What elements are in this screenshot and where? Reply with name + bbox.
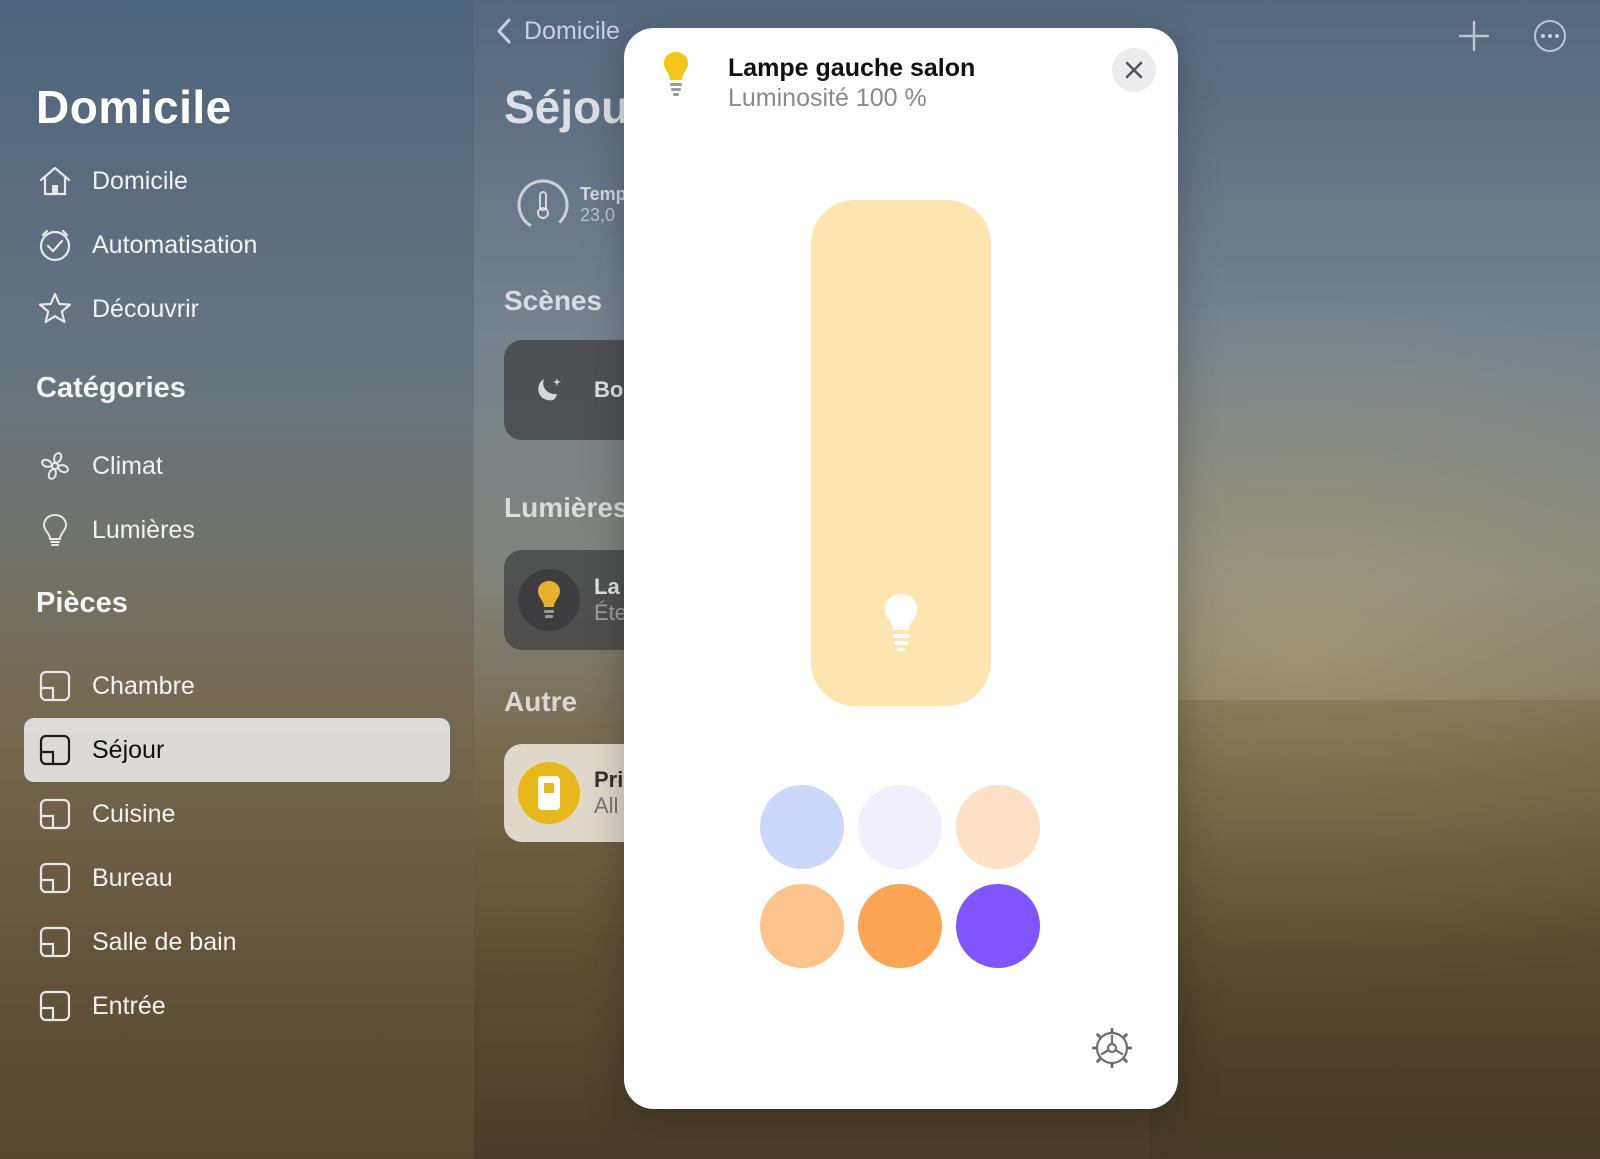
sidebar-item-label: Lumières <box>92 515 195 544</box>
back-label: Domicile <box>524 16 620 45</box>
rooms-heading: Pièces <box>36 587 128 619</box>
sidebar: Domicile Domicile Automatisation Découvr… <box>0 0 474 1159</box>
brightness-slider[interactable] <box>811 200 991 706</box>
sidebar-item-label: Salle de bain <box>92 927 237 956</box>
sidebar-item-label: Séjour <box>92 735 165 764</box>
more-icon[interactable] <box>1532 18 1568 54</box>
add-icon[interactable] <box>1456 18 1492 54</box>
lightbulb-icon <box>36 511 74 549</box>
fan-icon <box>36 447 74 485</box>
sidebar-item-decouvrir[interactable]: Découvrir <box>24 277 450 341</box>
sidebar-item-sejour[interactable]: Séjour <box>24 718 450 782</box>
back-button[interactable]: Domicile <box>494 16 620 46</box>
sidebar-item-domicile[interactable]: Domicile <box>24 149 450 213</box>
lightbulb-icon <box>518 569 580 631</box>
sidebar-item-label: Bureau <box>92 863 173 892</box>
temperature-label: Temp <box>580 184 627 204</box>
settings-icon[interactable] <box>1090 1026 1134 1070</box>
color-swatch[interactable] <box>956 884 1040 968</box>
sidebar-item-label: Chambre <box>92 671 195 700</box>
sidebar-item-automatisation[interactable]: Automatisation <box>24 213 450 277</box>
chevron-left-icon <box>497 18 511 44</box>
house-icon <box>36 162 74 200</box>
sidebar-item-lumieres[interactable]: Lumières <box>24 498 450 562</box>
color-swatch[interactable] <box>956 785 1040 869</box>
sidebar-item-entree[interactable]: Entrée <box>24 974 450 1038</box>
outlet-status: All <box>594 793 619 818</box>
sidebar-item-label: Climat <box>92 451 163 480</box>
sidebar-item-label: Découvrir <box>92 294 199 323</box>
outlet-label: Pri <box>594 767 624 792</box>
room-icon <box>36 987 74 1025</box>
room-icon <box>36 859 74 897</box>
page-title: Séjou <box>504 81 630 133</box>
temperature-status[interactable]: Temp 23,0 <box>514 176 627 234</box>
room-icon <box>36 923 74 961</box>
room-icon <box>36 731 74 769</box>
color-swatch[interactable] <box>760 785 844 869</box>
sidebar-item-climat[interactable]: Climat <box>24 434 450 498</box>
lights-heading: Lumières <box>504 492 629 523</box>
thermometer-icon <box>517 179 569 231</box>
room-icon <box>36 795 74 833</box>
light-status: Éte <box>594 600 628 625</box>
room-icon <box>36 667 74 705</box>
sidebar-title: Domicile <box>36 81 232 133</box>
sidebar-item-label: Entrée <box>92 991 166 1020</box>
star-icon <box>36 290 74 328</box>
temperature-value: 23,0 <box>580 205 616 225</box>
sidebar-item-chambre[interactable]: Chambre <box>24 654 450 718</box>
color-swatch[interactable] <box>858 884 942 968</box>
lightbulb-icon <box>664 52 688 96</box>
categories-heading: Catégories <box>36 372 186 404</box>
lightbulb-icon <box>885 594 917 651</box>
outlet-icon <box>518 762 580 824</box>
sidebar-item-salle-de-bain[interactable]: Salle de bain <box>24 910 450 974</box>
sidebar-item-label: Cuisine <box>92 799 176 828</box>
brightness-status: Luminosité 100 % <box>728 84 927 112</box>
accessory-control-sheet: Lampe gauche salon Luminosité 100 % <box>624 28 1178 1109</box>
close-button[interactable] <box>1112 48 1156 92</box>
scenes-heading: Scènes <box>504 285 603 316</box>
sidebar-item-bureau[interactable]: Bureau <box>24 846 450 910</box>
other-heading: Autre <box>504 686 578 717</box>
sidebar-item-cuisine[interactable]: Cuisine <box>24 782 450 846</box>
sidebar-item-label: Domicile <box>92 166 188 195</box>
moon-icon <box>518 359 580 421</box>
clock-check-icon <box>36 226 74 264</box>
color-swatch[interactable] <box>760 884 844 968</box>
close-icon <box>1125 61 1143 79</box>
color-swatch[interactable] <box>858 785 942 869</box>
scene-label: Bo <box>594 377 624 402</box>
sidebar-item-label: Automatisation <box>92 230 258 259</box>
light-label: La <box>594 574 620 599</box>
accessory-name: Lampe gauche salon <box>728 54 976 82</box>
